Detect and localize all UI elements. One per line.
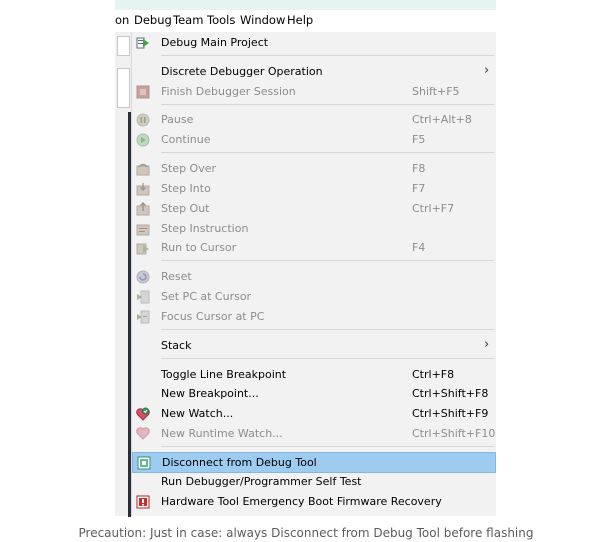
menu-separator [161,446,494,447]
menu-separator [161,55,494,56]
run-to-cursor-icon [136,243,149,255]
menu-item-label: Step Into [161,182,211,195]
menu-item-label: Continue [161,133,211,146]
menu-item-continue[interactable]: Continue F5 [132,130,496,150]
menu-item-label: Debug Main Project [161,36,269,49]
menu-item-step-into[interactable]: Step Into F7 [132,179,496,199]
step-instruction-icon [136,224,150,236]
menu-item-discrete-debugger-operation[interactable]: Discrete Debugger Operation › [132,62,496,82]
menu-separator [161,152,494,153]
menu-item-step-instruction[interactable]: Step Instruction [132,219,496,239]
menu-item-shortcut: F4 [412,241,426,254]
menubar-item-team[interactable]: Team [173,13,203,27]
panel-scrollbar [128,112,131,517]
menu-item-shortcut: F8 [412,162,426,175]
menu-item-label: Run Debugger/Programmer Self Test [161,475,362,488]
pause-icon [136,113,150,127]
menu-item-run-self-test[interactable]: Run Debugger/Programmer Self Test [132,472,496,492]
menu-item-shortcut: Ctrl+Alt+8 [412,113,472,126]
menu-item-label: Run to Cursor [161,241,237,254]
menu-item-label: Toggle Line Breakpoint [161,368,287,381]
menu-item-label: Set PC at Cursor [161,290,252,303]
menu-item-finish-debugger-session[interactable]: Finish Debugger Session Shift+F5 [132,82,496,102]
menu-item-label: Disconnect from Debug Tool [162,456,317,469]
menu-item-label: New Runtime Watch... [161,427,283,440]
menu-bar: on Debug Team Tools Window Help [115,10,496,32]
menu-item-run-to-cursor[interactable]: Run to Cursor F4 [132,238,496,258]
stop-icon [136,85,150,99]
runtime-watch-icon [136,427,150,440]
ide-left-panel [115,32,132,517]
menu-item-label: Step Over [161,162,216,175]
debug-project-icon [136,37,149,49]
submenu-arrow-icon: › [484,63,490,78]
step-into-icon [136,183,150,196]
menu-item-disconnect-from-debug-tool[interactable]: Disconnect from Debug Tool [132,452,496,473]
menu-item-step-out[interactable]: Step Out Ctrl+F7 [132,199,496,219]
menu-item-label: Pause [161,113,194,126]
menu-item-shortcut: Ctrl+Shift+F9 [412,407,489,420]
menu-item-reset[interactable]: Reset [132,267,496,287]
menu-item-label: New Breakpoint... [161,387,259,400]
menu-item-toggle-line-breakpoint[interactable]: Toggle Line Breakpoint Ctrl+F8 [132,365,496,385]
menu-item-label: Step Out [161,202,210,215]
menu-item-shortcut: Shift+F5 [412,85,460,98]
menu-item-label: Stack [161,339,192,352]
menu-separator [161,329,494,330]
reset-icon [136,270,150,284]
menu-item-label: Step Instruction [161,222,249,235]
menu-item-label: Finish Debugger Session [161,85,296,98]
figure-caption: Precaution: Just in case: always Disconn… [78,526,534,540]
menu-separator [161,260,494,261]
menu-item-stack[interactable]: Stack › [132,336,496,356]
watch-icon [136,407,150,421]
submenu-arrow-icon: › [484,337,490,352]
menu-item-debug-main-project[interactable]: Debug Main Project [132,33,496,53]
emergency-boot-icon [136,495,150,509]
menu-item-pause[interactable]: Pause Ctrl+Alt+8 [132,110,496,130]
menu-item-shortcut: Ctrl+Shift+F8 [412,387,489,400]
menu-item-shortcut: F7 [412,182,426,195]
menu-item-shortcut: F5 [412,133,426,146]
menu-item-shortcut: Ctrl+F8 [412,368,455,381]
disconnect-icon [137,456,151,470]
menu-separator [161,358,494,359]
continue-icon [136,133,150,147]
menu-item-emergency-boot-recovery[interactable]: Hardware Tool Emergency Boot Firmware Re… [132,492,496,512]
menu-item-shortcut: Ctrl+F7 [412,202,455,215]
menu-item-label: Discrete Debugger Operation [161,65,323,78]
debug-menu-dropdown: Debug Main Project Discrete Debugger Ope… [132,32,496,516]
menu-item-new-breakpoint[interactable]: New Breakpoint... Ctrl+Shift+F8 [132,384,496,404]
menubar-item-debug[interactable]: Debug [134,13,172,27]
menu-item-label: Focus Cursor at PC [161,310,265,323]
menu-item-label: Reset [161,270,192,283]
menubar-item-tools[interactable]: Tools [207,13,235,27]
step-out-icon [136,202,150,216]
menu-item-label: New Watch... [161,407,234,420]
menubar-item-help[interactable]: Help [287,13,313,27]
panel-tab [117,68,130,108]
menubar-item-on[interactable]: on [115,13,129,27]
menu-item-label: Hardware Tool Emergency Boot Firmware Re… [161,495,442,508]
menu-separator [161,104,494,105]
menu-item-new-runtime-watch[interactable]: New Runtime Watch... Ctrl+Shift+F10 [132,424,496,444]
focus-cursor-icon [137,310,150,324]
panel-tab [117,36,130,56]
set-pc-icon [137,290,150,304]
menu-item-shortcut: Ctrl+Shift+F10 [412,427,496,440]
menubar-item-window[interactable]: Window [240,13,285,27]
window-top-strip [115,0,496,10]
menu-item-step-over[interactable]: Step Over F8 [132,159,496,179]
step-over-icon [136,163,150,176]
menu-item-set-pc-at-cursor[interactable]: Set PC at Cursor [132,287,496,307]
menu-item-new-watch[interactable]: New Watch... Ctrl+Shift+F9 [132,404,496,424]
menu-item-focus-cursor-at-pc[interactable]: Focus Cursor at PC [132,307,496,327]
